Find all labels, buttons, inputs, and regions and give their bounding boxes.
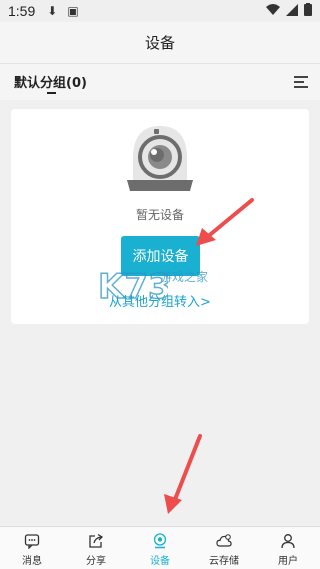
user-icon <box>281 534 295 549</box>
tab-label: 设备 <box>150 556 170 567</box>
message-icon <box>24 534 40 549</box>
camera-placeholder-icon <box>127 126 193 191</box>
arrow-annotation-bottom <box>164 434 202 514</box>
title-bar: 设备 <box>0 22 320 64</box>
tab-label: 用户 <box>278 556 298 567</box>
notification-icon: ▣ <box>67 4 79 18</box>
status-time: 1:59 <box>8 3 36 19</box>
tab-label: 分享 <box>86 556 106 567</box>
bottom-tab-bar: 消息 分享 设备 云存储 用户 <box>0 526 320 569</box>
tab-label: 消息 <box>22 556 42 567</box>
download-icon: ⬇ <box>47 4 58 18</box>
menu-icon[interactable] <box>294 76 308 88</box>
tab-label: 云存储 <box>209 556 239 567</box>
group-bar: 默认分组(0) <box>0 64 320 100</box>
device-card: 暂无设备 添加设备 从其他分组转入> <box>11 109 309 324</box>
share-icon <box>89 533 104 548</box>
wifi-icon <box>266 3 280 15</box>
device-icon <box>153 533 167 549</box>
tab-messages[interactable]: 消息 <box>0 527 64 569</box>
cloud-storage-icon <box>216 534 232 547</box>
empty-state-message: 暂无设备 <box>135 208 184 222</box>
signal-icon <box>286 3 298 16</box>
tab-user[interactable]: 用户 <box>256 527 320 569</box>
tab-share[interactable]: 分享 <box>64 527 128 569</box>
group-tab-default[interactable]: 默认分组(0) <box>14 72 87 91</box>
group-tab-indicator <box>47 92 56 94</box>
tab-devices[interactable]: 设备 <box>128 527 192 569</box>
page-title: 设备 <box>144 34 175 52</box>
status-bar: 1:59 ⬇ ▣ <box>0 0 320 22</box>
add-device-button[interactable]: 添加设备 <box>121 236 200 276</box>
tab-cloud-storage[interactable]: 云存储 <box>192 527 256 569</box>
battery-icon <box>304 3 312 16</box>
arrow-annotation-top <box>196 198 254 246</box>
transfer-from-group-link[interactable]: 从其他分组转入> <box>11 291 309 310</box>
